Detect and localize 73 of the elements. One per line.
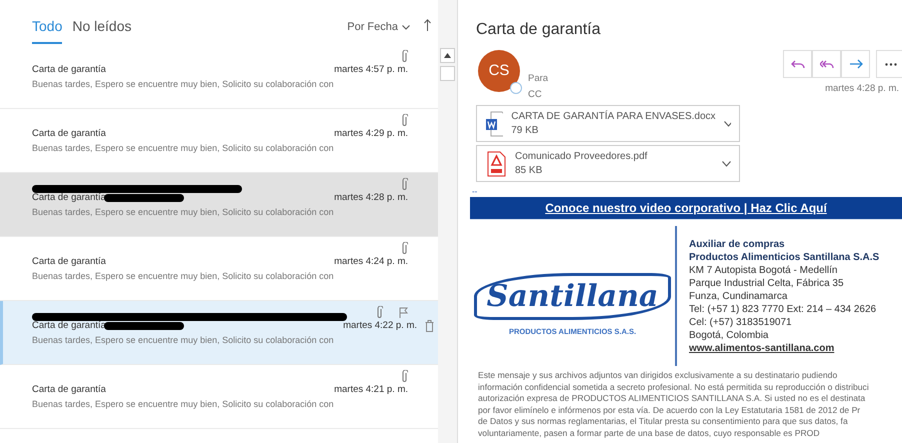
- paperclip-icon: [401, 242, 408, 254]
- paperclip-icon: [376, 306, 383, 318]
- scroll-up-button[interactable]: [440, 48, 455, 63]
- video-link-banner[interactable]: Conoce nuestro video corporativo | Haz Clic Aquí: [470, 197, 902, 219]
- signature-line: Parque Industrial Celta, Fábrica 35: [689, 277, 845, 290]
- sort-arrow-icon[interactable]: [424, 19, 431, 31]
- disclaimer-text: por favor elimínelo e infórmenos por esta vía. De acuerdo con la Ley Estatutaria 1581 de 2012 de Pr: [478, 404, 862, 416]
- chevron-down-icon: [402, 24, 410, 30]
- message-preview: Buenas tardes, Espero se encuentre muy bien, Solicito su colaboración con: [32, 334, 335, 348]
- signature-line: Tel: (+57 1) 823 7770 Ext: 214 – 434 2626: [689, 303, 878, 316]
- message-preview: Buenas tardes, Espero se encuentre muy bien, Solicito su colaboración con: [32, 206, 335, 220]
- message-time: martes 4:29 p. m.: [334, 127, 408, 141]
- website-link[interactable]: www.alimentos-santillana.com: [689, 342, 880, 355]
- attachment-card[interactable]: CARTA DE GARANTÍA PARA ENVASES.docx 79 KB: [476, 105, 740, 142]
- tab[interactable]: No leídos: [72, 16, 132, 44]
- reply-button[interactable]: [783, 50, 812, 78]
- paperclip-icon: [401, 50, 408, 62]
- attachment-name: CARTA DE GARANTÍA PARA ENVASES.docx: [511, 110, 716, 124]
- more-icon: [884, 62, 896, 66]
- message-subject: Carta de garantía: [32, 255, 106, 269]
- message-time: martes 4:57 p. m.: [334, 63, 408, 77]
- reply-icon: [790, 58, 804, 70]
- status-icon: [510, 82, 522, 94]
- signature-line: Funza, Cundinamarca: [689, 290, 788, 303]
- forward-button[interactable]: [841, 50, 870, 78]
- message-time: martes 4:24 p. m.: [334, 255, 408, 269]
- disclaimer-text: información confidencial sometida a secreto profesional. No está permitida su reproducción o distribuci: [478, 382, 870, 393]
- disclaimer-text: voluntariamente, pasen a formar parte de una base de datos, cuyo responsable es PROD: [478, 428, 821, 439]
- message-time: martes 4:22 p. m.: [343, 319, 417, 333]
- message-time: martes 4:28 p. m.: [334, 191, 408, 205]
- to-label: Para: [528, 72, 548, 86]
- paperclip-icon: [401, 178, 408, 190]
- tab[interactable]: Todo: [32, 16, 62, 44]
- disclaimer-text: Este mensaje y sus archivos adjuntos van dirigidos exclusivamente a su destinatario pudiendo: [478, 370, 838, 382]
- forward-icon: [848, 58, 862, 70]
- signature-line: Bogotá, Colombia: [689, 329, 770, 342]
- message-title: Carta de garantía: [476, 20, 602, 40]
- message-preview: Buenas tardes, Espero se encuentre muy bien, Solicito su colaboración con: [32, 398, 335, 412]
- message-subject: Carta de garantía: [32, 63, 106, 77]
- disclaimer-text: de Datos y sus normas reglamentarias, el Titular presta su consentimiento para que sus datos, fa: [478, 416, 849, 428]
- disclaimer-text: autorización expresa de PRODUCTOS ALIMENTICIOS SANTILLANA S.A. Si usted no es el destinata: [478, 393, 866, 404]
- reply-all-button[interactable]: [812, 50, 841, 78]
- attachment-card[interactable]: Comunicado Proveedores.pdf 85 KB: [476, 145, 740, 182]
- message-preview: Buenas tardes, Espero se encuentre muy bien, Solicito su colaboración con: [32, 142, 335, 156]
- word-document-icon: [485, 110, 504, 136]
- separator-text: --: [472, 188, 478, 196]
- message-preview: Buenas tardes, Espero se encuentre muy bien, Solicito su colaboración con: [32, 270, 335, 284]
- attachment-name: Comunicado Proveedores.pdf: [515, 150, 648, 164]
- message-subject: Carta de garantía: [32, 127, 106, 141]
- scrollbar-thumb[interactable]: [440, 66, 455, 81]
- signature-line: Cel: (+57) 3183519071: [689, 316, 793, 329]
- paperclip-icon: [401, 114, 408, 126]
- reply-all-icon: [820, 58, 834, 70]
- paperclip-icon: [401, 370, 408, 382]
- sort-dropdown[interactable]: Por Fecha: [347, 19, 410, 36]
- avatar: CS: [478, 50, 520, 92]
- trash-icon[interactable]: [425, 320, 434, 332]
- message-preview: Buenas tardes, Espero se encuentre muy bien, Solicito su colaboración con: [32, 78, 335, 92]
- chevron-down-icon[interactable]: [724, 120, 731, 126]
- message-time: martes 4:28 p. m.: [825, 82, 899, 96]
- message-subject: Carta de garantía: [32, 383, 106, 397]
- attachment-size: 79 KB: [511, 124, 540, 138]
- chevron-down-icon[interactable]: [722, 160, 731, 166]
- signature-line: Auxiliar de compras: [689, 238, 786, 251]
- signature-line: KM 7 Autopista Bogotá - Medellín: [689, 264, 838, 277]
- pdf-document-icon: [485, 150, 507, 176]
- flag-icon[interactable]: [399, 306, 408, 318]
- message-time: martes 4:21 p. m.: [334, 383, 408, 397]
- attachment-size: 85 KB: [515, 164, 544, 178]
- signature-line: Productos Alimenticios Santillana S.A.S: [689, 251, 880, 264]
- scroll-up-arrow-icon: [444, 53, 451, 58]
- cc-label: CC: [528, 88, 543, 102]
- logo-wordmark: Santillana: [474, 272, 672, 320]
